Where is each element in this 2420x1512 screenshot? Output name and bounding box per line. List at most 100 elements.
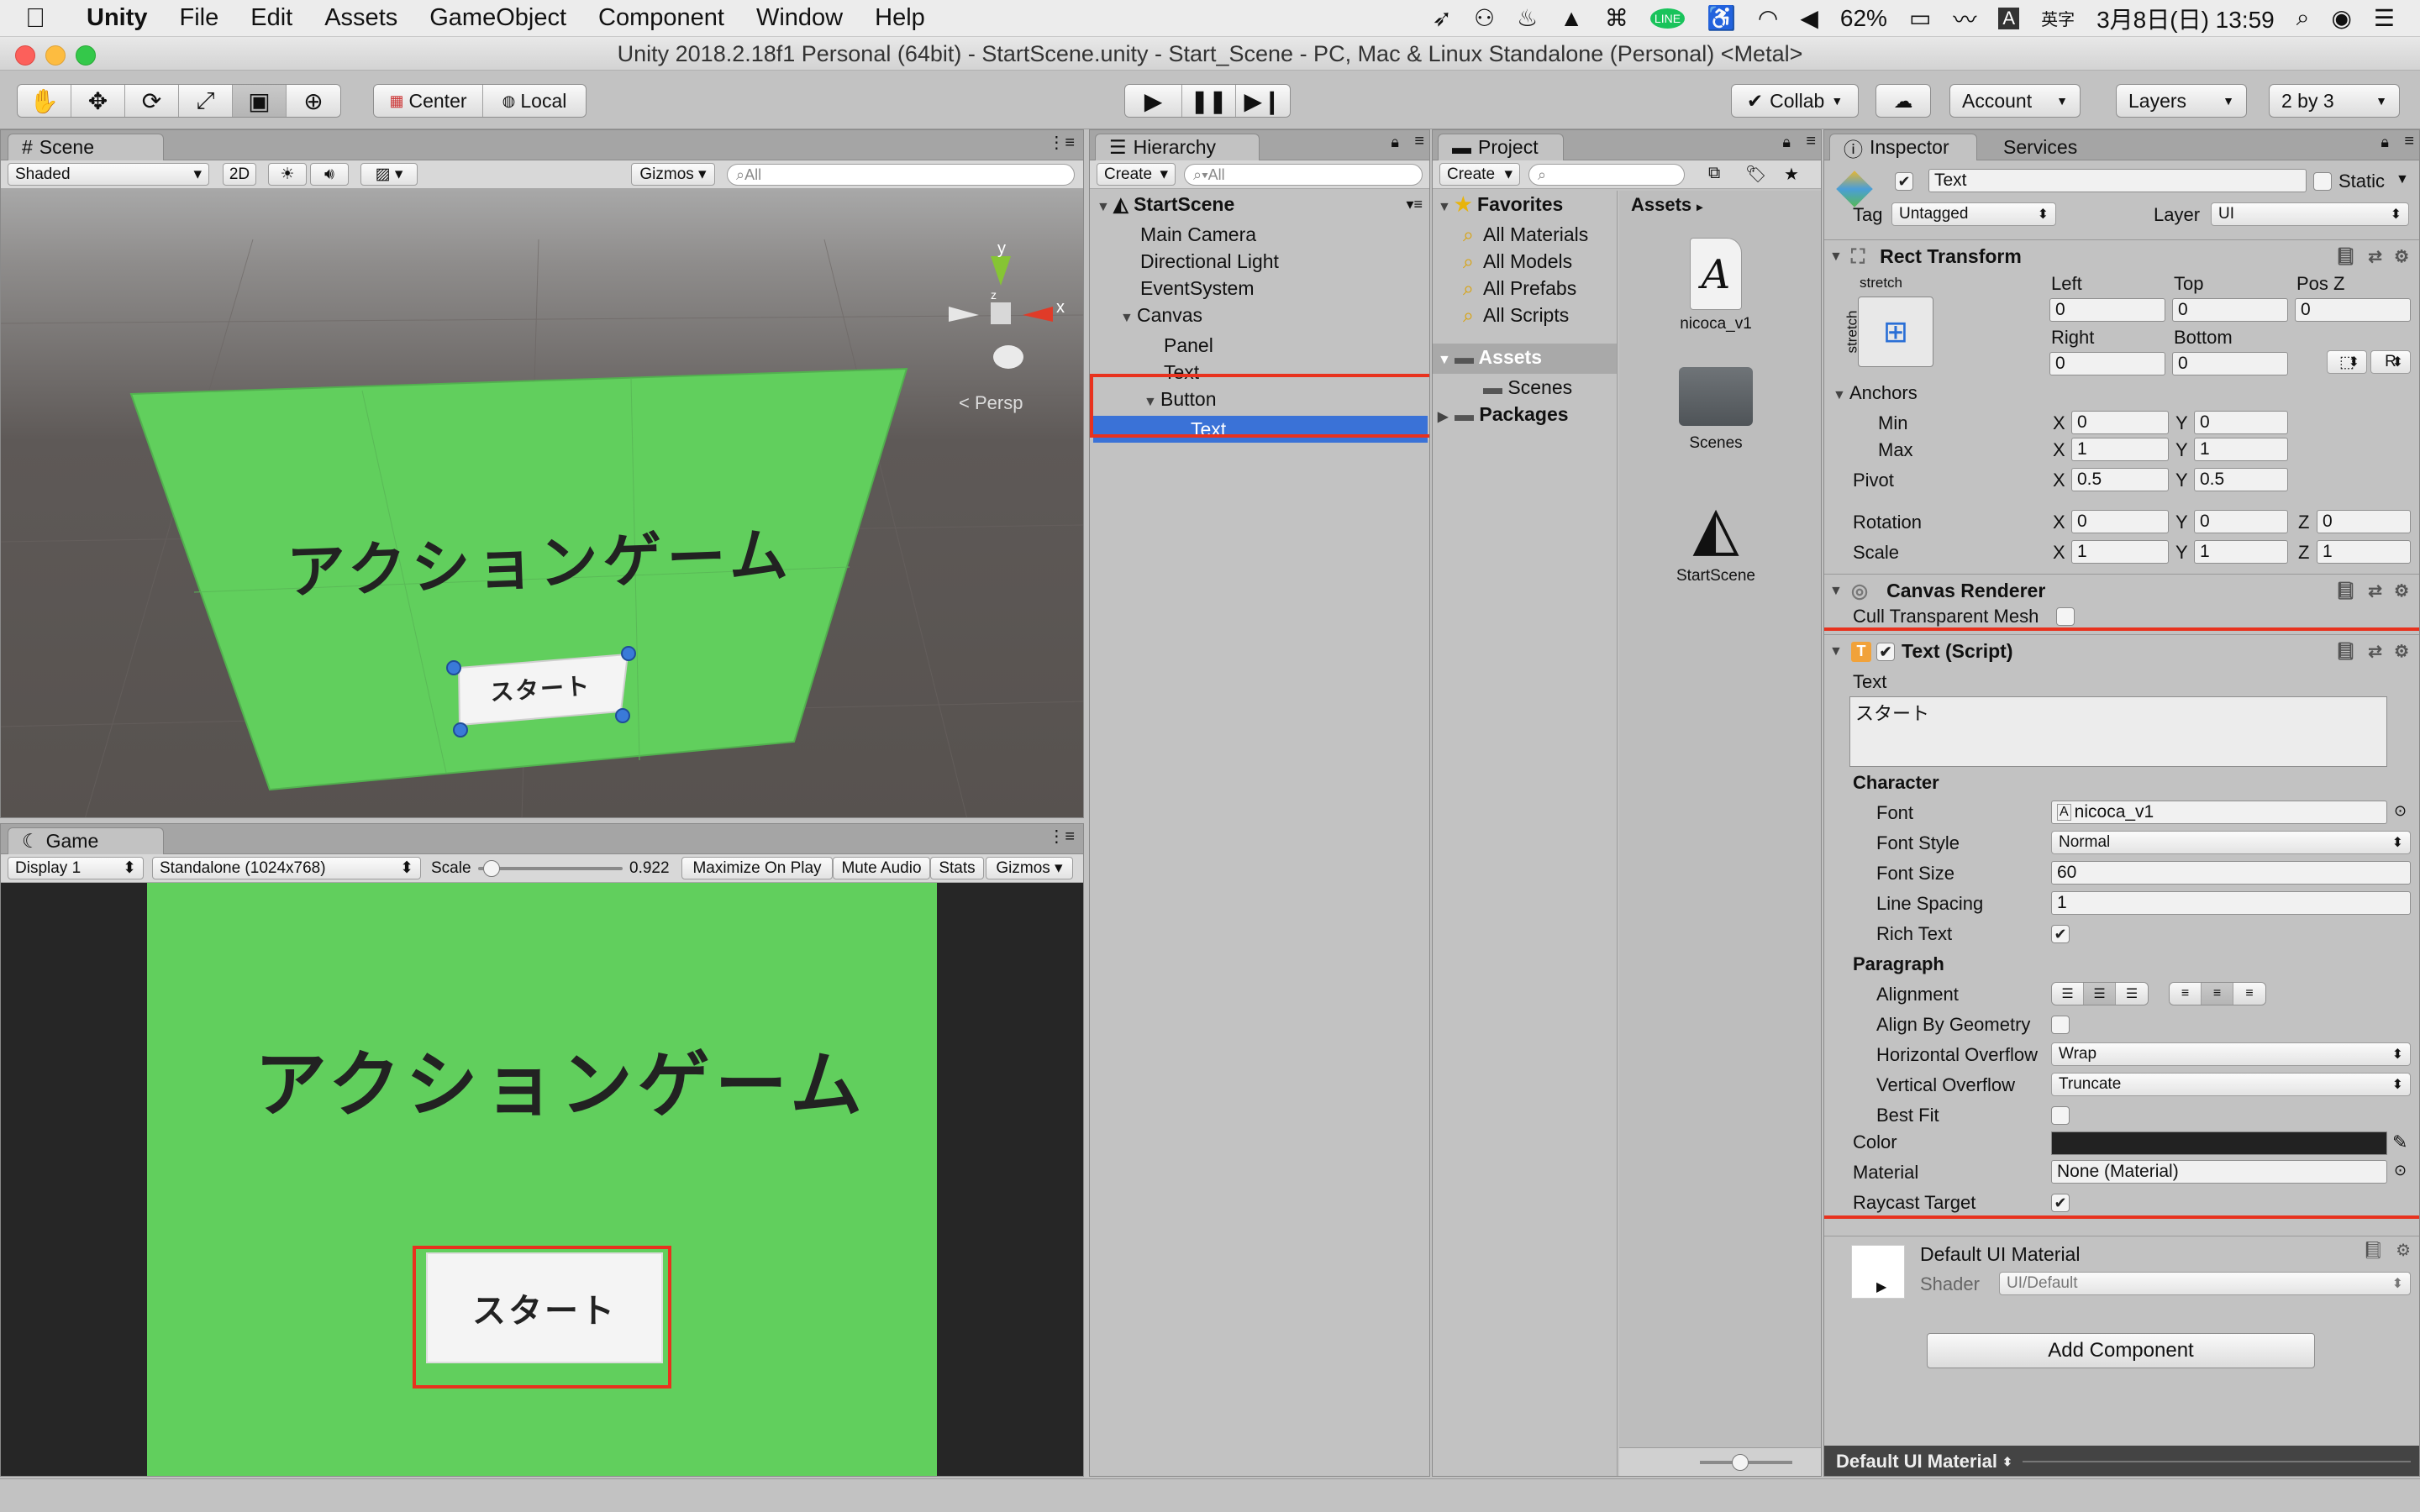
ime-mode[interactable]: 英字 bbox=[2041, 6, 2075, 30]
object-name-field[interactable]: Text bbox=[1928, 169, 2307, 192]
asset-folder-scenes[interactable]: Scenes bbox=[1670, 367, 1762, 453]
tag-dropdown[interactable]: Untagged bbox=[1891, 202, 2056, 226]
2d-toggle[interactable]: 2D bbox=[223, 163, 256, 186]
asset-breadcrumb[interactable]: Assets ▸ bbox=[1631, 194, 1702, 216]
bottom-field[interactable]: 0 bbox=[2172, 352, 2288, 375]
close-window-button[interactable] bbox=[15, 45, 35, 66]
fav-all-materials[interactable]: ⌕ All Materials bbox=[1433, 221, 1617, 248]
layer-dropdown[interactable]: UI bbox=[2211, 202, 2409, 226]
fav-all-models[interactable]: ⌕ All Models bbox=[1433, 248, 1617, 275]
rotation-z-field[interactable]: 0 bbox=[2317, 510, 2411, 533]
tab-scene[interactable]: # Scene bbox=[8, 134, 164, 160]
scene-viewport[interactable]: y x z < Persp アクションゲーム スタート bbox=[1, 189, 1083, 817]
rotation-x-field[interactable]: 0 bbox=[2071, 510, 2169, 533]
hierarchy-create-dropdown[interactable]: Create ▾ bbox=[1097, 163, 1176, 186]
cloud-button[interactable]: ☁ bbox=[1876, 84, 1931, 118]
left-field[interactable]: 0 bbox=[2049, 298, 2165, 322]
lock-icon[interactable]: 🔒︎ bbox=[1391, 134, 1399, 151]
preset-icon[interactable]: ⇄ bbox=[2368, 580, 2382, 601]
maximize-on-play-toggle[interactable]: Maximize On Play bbox=[681, 857, 833, 879]
mute-audio-toggle[interactable]: Mute Audio bbox=[833, 857, 930, 879]
rect-tool-icon[interactable]: ▣ bbox=[233, 85, 287, 117]
scene-menu-icon[interactable]: ▾≡ bbox=[1406, 191, 1423, 218]
transform-tool-icon[interactable]: ⊕ bbox=[287, 85, 340, 117]
menu-app-name[interactable]: Unity bbox=[71, 4, 164, 32]
right-field[interactable]: 0 bbox=[2049, 352, 2165, 375]
expand-triangle-icon[interactable]: ▼ bbox=[1438, 194, 1455, 221]
cull-transparent-mesh-checkbox[interactable] bbox=[2056, 607, 2075, 626]
scale-y-field[interactable]: 1 bbox=[2194, 540, 2288, 564]
tree-item-directional-light[interactable]: Directional Light bbox=[1090, 248, 1429, 275]
rotation-y-field[interactable]: 0 bbox=[2194, 510, 2288, 533]
tab-hierarchy[interactable]: ☰ Hierarchy bbox=[1095, 134, 1260, 160]
posz-field[interactable]: 0 bbox=[2295, 298, 2411, 322]
lighting-icon[interactable]: ☀ bbox=[268, 163, 307, 186]
stats-toggle[interactable]: Stats bbox=[930, 857, 984, 879]
local-toggle[interactable]: ◍ Local bbox=[483, 85, 586, 117]
blueprint-mode-icon[interactable]: ⬚ bbox=[2327, 350, 2367, 374]
anchor-min-x-field[interactable]: 0 bbox=[2071, 411, 2169, 434]
effects-icon[interactable]: ▨ ▾ bbox=[360, 163, 418, 186]
help-book-icon[interactable]: 📘︎ bbox=[2335, 246, 2356, 267]
panel-menu-icon[interactable]: ⋮≡ bbox=[1048, 826, 1075, 847]
menu-help[interactable]: Help bbox=[859, 4, 941, 32]
notification-icon[interactable]: ☰ bbox=[2374, 4, 2395, 32]
expand-triangle-icon[interactable]: ▼ bbox=[1829, 584, 1846, 599]
help-book-icon[interactable]: 📘︎ bbox=[2335, 580, 2356, 601]
filter-type-icon[interactable]: ⧉ bbox=[1708, 164, 1720, 183]
asset-scene-startscene[interactable]: ◭ StartScene bbox=[1670, 495, 1762, 585]
zoom-window-button[interactable] bbox=[76, 45, 96, 66]
asset-zoom-slider[interactable] bbox=[1700, 1454, 1792, 1471]
expand-triangle-icon[interactable]: ▼ bbox=[1120, 305, 1137, 332]
send-icon[interactable]: ➶ bbox=[1433, 4, 1452, 32]
hierarchy-search-input[interactable]: ⌕▾ All bbox=[1184, 164, 1423, 186]
active-checkbox[interactable]: ✔ bbox=[1895, 172, 1913, 191]
tree-item-eventsystem[interactable]: EventSystem bbox=[1090, 275, 1429, 302]
menu-edit[interactable]: Edit bbox=[234, 4, 308, 32]
move-tool-icon[interactable]: ✥ bbox=[71, 85, 125, 117]
add-component-button[interactable]: Add Component bbox=[1927, 1333, 2315, 1368]
expand-triangle-icon[interactable]: ▼ bbox=[1833, 388, 1849, 403]
spotlight-icon[interactable]: ⌕ bbox=[2296, 4, 2310, 32]
gear-icon[interactable]: ⚙ bbox=[2394, 246, 2409, 267]
command-icon[interactable]: ⌘ bbox=[1605, 4, 1628, 32]
asset-font-nicoca[interactable]: A nicoca_v1 bbox=[1670, 238, 1762, 333]
tab-project[interactable]: ▬ Project bbox=[1438, 134, 1564, 160]
pivot-y-field[interactable]: 0.5 bbox=[2194, 468, 2288, 491]
tree-item-main-camera[interactable]: Main Camera bbox=[1090, 221, 1429, 248]
scenes-folder-row[interactable]: ▬ Scenes bbox=[1433, 374, 1617, 401]
menu-assets[interactable]: Assets bbox=[308, 4, 413, 32]
packages-folder-row[interactable]: ▶ ▬ Packages bbox=[1433, 401, 1617, 431]
tree-item-panel[interactable]: Panel bbox=[1090, 332, 1429, 359]
scale-tool-icon[interactable]: ⤢ bbox=[179, 85, 233, 117]
panel-menu-icon[interactable]: ≡ bbox=[1414, 132, 1424, 151]
collapse-triangle-icon[interactable]: ▶ bbox=[1438, 404, 1455, 431]
menu-window[interactable]: Window bbox=[740, 4, 859, 32]
favorite-star-icon[interactable]: ★ bbox=[1784, 164, 1799, 185]
siri-icon[interactable]: ◉ bbox=[2331, 4, 2351, 32]
raw-edit-button[interactable]: R bbox=[2370, 350, 2411, 374]
scene-root-row[interactable]: ▼ ◭ StartScene ▾≡ bbox=[1090, 191, 1429, 221]
collab-dropdown[interactable]: ✔ Collab ▼ bbox=[1731, 84, 1859, 118]
tab-inspector[interactable]: ⓘ Inspector bbox=[1829, 134, 1977, 160]
tree-item-canvas[interactable]: ▼ Canvas bbox=[1090, 302, 1429, 332]
menu-gameobject[interactable]: GameObject bbox=[413, 4, 582, 32]
preview-footer-bar[interactable]: Default UI Material ⬍ bbox=[1824, 1446, 2419, 1476]
line-icon[interactable]: LINE bbox=[1649, 8, 1686, 29]
clock[interactable]: 3月8日(日) 13:59 bbox=[2096, 2, 2275, 35]
fav-all-prefabs[interactable]: ⌕ All Prefabs bbox=[1433, 275, 1617, 302]
volume-icon[interactable]: ◀ bbox=[1800, 4, 1818, 32]
preset-icon[interactable]: ⇄ bbox=[2368, 246, 2382, 267]
play-icon[interactable]: ▶ bbox=[1125, 85, 1182, 117]
input-a-icon[interactable]: A bbox=[1998, 7, 2020, 29]
anchor-presets-button[interactable]: ⊞ bbox=[1858, 297, 1933, 367]
expand-triangle-icon[interactable]: ▼ bbox=[1438, 347, 1455, 374]
rect-transform-header[interactable]: ▼ ⛶ Rect Transform 📘︎ ⇄ ⚙ bbox=[1824, 239, 2419, 273]
expand-triangle-icon[interactable]: ▼ bbox=[1829, 249, 1846, 265]
scale-slider[interactable] bbox=[478, 860, 623, 877]
game-gizmos-dropdown[interactable]: Gizmos ▾ bbox=[986, 857, 1073, 879]
audio-icon[interactable]: 🔊︎ bbox=[310, 163, 349, 186]
glasses-icon[interactable]: ⚇ bbox=[1474, 4, 1495, 32]
collapse-triangle-icon[interactable]: ▶ bbox=[1876, 1278, 1886, 1295]
panel-menu-icon[interactable]: ≡ bbox=[1806, 132, 1816, 151]
